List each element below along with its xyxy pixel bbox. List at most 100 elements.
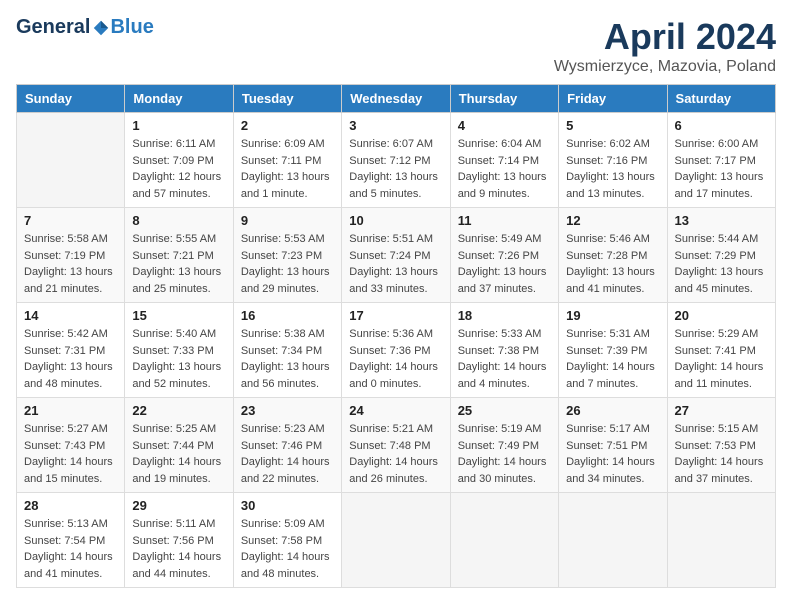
calendar-cell: 17 Sunrise: 5:36 AMSunset: 7:36 PMDaylig… (342, 303, 450, 398)
calendar-cell: 21 Sunrise: 5:27 AMSunset: 7:43 PMDaylig… (17, 398, 125, 493)
day-detail: Sunrise: 5:31 AMSunset: 7:39 PMDaylight:… (566, 328, 655, 390)
calendar-cell (667, 493, 775, 588)
day-detail: Sunrise: 5:19 AMSunset: 7:49 PMDaylight:… (458, 423, 547, 485)
day-detail: Sunrise: 6:09 AMSunset: 7:11 PMDaylight:… (241, 138, 330, 200)
calendar-cell: 11 Sunrise: 5:49 AMSunset: 7:26 PMDaylig… (450, 208, 558, 303)
calendar-cell: 20 Sunrise: 5:29 AMSunset: 7:41 PMDaylig… (667, 303, 775, 398)
day-detail: Sunrise: 6:07 AMSunset: 7:12 PMDaylight:… (349, 138, 438, 200)
calendar-cell: 10 Sunrise: 5:51 AMSunset: 7:24 PMDaylig… (342, 208, 450, 303)
day-detail: Sunrise: 5:09 AMSunset: 7:58 PMDaylight:… (241, 518, 330, 580)
day-number: 23 (241, 403, 334, 418)
col-header-friday: Friday (559, 85, 667, 113)
day-detail: Sunrise: 5:55 AMSunset: 7:21 PMDaylight:… (132, 233, 221, 295)
col-header-saturday: Saturday (667, 85, 775, 113)
calendar-cell: 9 Sunrise: 5:53 AMSunset: 7:23 PMDayligh… (233, 208, 341, 303)
day-detail: Sunrise: 5:44 AMSunset: 7:29 PMDaylight:… (675, 233, 764, 295)
day-number: 28 (24, 498, 117, 513)
day-detail: Sunrise: 5:15 AMSunset: 7:53 PMDaylight:… (675, 423, 764, 485)
day-number: 18 (458, 308, 551, 323)
col-header-sunday: Sunday (17, 85, 125, 113)
day-number: 1 (132, 118, 225, 133)
calendar-cell: 25 Sunrise: 5:19 AMSunset: 7:49 PMDaylig… (450, 398, 558, 493)
day-detail: Sunrise: 5:53 AMSunset: 7:23 PMDaylight:… (241, 233, 330, 295)
col-header-thursday: Thursday (450, 85, 558, 113)
day-detail: Sunrise: 6:11 AMSunset: 7:09 PMDaylight:… (132, 138, 221, 200)
day-number: 11 (458, 213, 551, 228)
day-number: 26 (566, 403, 659, 418)
logo-icon (92, 19, 110, 37)
calendar-cell: 8 Sunrise: 5:55 AMSunset: 7:21 PMDayligh… (125, 208, 233, 303)
calendar-cell (450, 493, 558, 588)
calendar-cell: 18 Sunrise: 5:33 AMSunset: 7:38 PMDaylig… (450, 303, 558, 398)
calendar-cell (342, 493, 450, 588)
col-header-wednesday: Wednesday (342, 85, 450, 113)
day-number: 8 (132, 213, 225, 228)
day-number: 29 (132, 498, 225, 513)
logo: General Blue (16, 16, 154, 39)
calendar-cell: 27 Sunrise: 5:15 AMSunset: 7:53 PMDaylig… (667, 398, 775, 493)
header: General Blue April 2024 Wysmierzyce, Maz… (16, 16, 776, 76)
day-number: 21 (24, 403, 117, 418)
day-number: 10 (349, 213, 442, 228)
day-number: 4 (458, 118, 551, 133)
calendar-cell: 14 Sunrise: 5:42 AMSunset: 7:31 PMDaylig… (17, 303, 125, 398)
calendar-cell: 4 Sunrise: 6:04 AMSunset: 7:14 PMDayligh… (450, 113, 558, 208)
day-number: 20 (675, 308, 768, 323)
day-detail: Sunrise: 5:13 AMSunset: 7:54 PMDaylight:… (24, 518, 113, 580)
day-detail: Sunrise: 5:42 AMSunset: 7:31 PMDaylight:… (24, 328, 113, 390)
calendar-cell: 23 Sunrise: 5:23 AMSunset: 7:46 PMDaylig… (233, 398, 341, 493)
month-title: April 2024 (554, 16, 776, 58)
day-detail: Sunrise: 5:51 AMSunset: 7:24 PMDaylight:… (349, 233, 438, 295)
day-number: 6 (675, 118, 768, 133)
day-number: 2 (241, 118, 334, 133)
day-number: 22 (132, 403, 225, 418)
day-detail: Sunrise: 6:04 AMSunset: 7:14 PMDaylight:… (458, 138, 547, 200)
calendar-cell: 5 Sunrise: 6:02 AMSunset: 7:16 PMDayligh… (559, 113, 667, 208)
day-detail: Sunrise: 5:58 AMSunset: 7:19 PMDaylight:… (24, 233, 113, 295)
calendar-cell: 2 Sunrise: 6:09 AMSunset: 7:11 PMDayligh… (233, 113, 341, 208)
day-number: 17 (349, 308, 442, 323)
week-row-3: 14 Sunrise: 5:42 AMSunset: 7:31 PMDaylig… (17, 303, 776, 398)
calendar-cell: 16 Sunrise: 5:38 AMSunset: 7:34 PMDaylig… (233, 303, 341, 398)
day-detail: Sunrise: 5:23 AMSunset: 7:46 PMDaylight:… (241, 423, 330, 485)
week-row-1: 1 Sunrise: 6:11 AMSunset: 7:09 PMDayligh… (17, 113, 776, 208)
day-detail: Sunrise: 5:46 AMSunset: 7:28 PMDaylight:… (566, 233, 655, 295)
logo-general: General (16, 16, 90, 39)
day-number: 24 (349, 403, 442, 418)
calendar-cell: 15 Sunrise: 5:40 AMSunset: 7:33 PMDaylig… (125, 303, 233, 398)
week-row-4: 21 Sunrise: 5:27 AMSunset: 7:43 PMDaylig… (17, 398, 776, 493)
day-number: 25 (458, 403, 551, 418)
calendar-cell: 13 Sunrise: 5:44 AMSunset: 7:29 PMDaylig… (667, 208, 775, 303)
day-detail: Sunrise: 5:17 AMSunset: 7:51 PMDaylight:… (566, 423, 655, 485)
calendar-cell: 1 Sunrise: 6:11 AMSunset: 7:09 PMDayligh… (125, 113, 233, 208)
calendar-cell: 22 Sunrise: 5:25 AMSunset: 7:44 PMDaylig… (125, 398, 233, 493)
calendar-cell: 7 Sunrise: 5:58 AMSunset: 7:19 PMDayligh… (17, 208, 125, 303)
calendar-cell: 3 Sunrise: 6:07 AMSunset: 7:12 PMDayligh… (342, 113, 450, 208)
calendar-cell: 24 Sunrise: 5:21 AMSunset: 7:48 PMDaylig… (342, 398, 450, 493)
calendar-cell: 28 Sunrise: 5:13 AMSunset: 7:54 PMDaylig… (17, 493, 125, 588)
calendar-cell: 19 Sunrise: 5:31 AMSunset: 7:39 PMDaylig… (559, 303, 667, 398)
day-detail: Sunrise: 5:11 AMSunset: 7:56 PMDaylight:… (132, 518, 221, 580)
day-detail: Sunrise: 5:40 AMSunset: 7:33 PMDaylight:… (132, 328, 221, 390)
day-number: 16 (241, 308, 334, 323)
day-detail: Sunrise: 6:02 AMSunset: 7:16 PMDaylight:… (566, 138, 655, 200)
day-number: 15 (132, 308, 225, 323)
day-detail: Sunrise: 5:38 AMSunset: 7:34 PMDaylight:… (241, 328, 330, 390)
title-area: April 2024 Wysmierzyce, Mazovia, Poland (554, 16, 776, 76)
calendar-cell (17, 113, 125, 208)
calendar-cell (559, 493, 667, 588)
day-detail: Sunrise: 5:33 AMSunset: 7:38 PMDaylight:… (458, 328, 547, 390)
day-number: 14 (24, 308, 117, 323)
day-number: 3 (349, 118, 442, 133)
calendar-table: SundayMondayTuesdayWednesdayThursdayFrid… (16, 84, 776, 588)
calendar-cell: 29 Sunrise: 5:11 AMSunset: 7:56 PMDaylig… (125, 493, 233, 588)
day-detail: Sunrise: 5:29 AMSunset: 7:41 PMDaylight:… (675, 328, 764, 390)
day-detail: Sunrise: 5:25 AMSunset: 7:44 PMDaylight:… (132, 423, 221, 485)
calendar-cell: 26 Sunrise: 5:17 AMSunset: 7:51 PMDaylig… (559, 398, 667, 493)
week-row-5: 28 Sunrise: 5:13 AMSunset: 7:54 PMDaylig… (17, 493, 776, 588)
logo-blue: Blue (110, 16, 153, 39)
day-number: 13 (675, 213, 768, 228)
week-row-2: 7 Sunrise: 5:58 AMSunset: 7:19 PMDayligh… (17, 208, 776, 303)
day-detail: Sunrise: 5:21 AMSunset: 7:48 PMDaylight:… (349, 423, 438, 485)
day-detail: Sunrise: 6:00 AMSunset: 7:17 PMDaylight:… (675, 138, 764, 200)
